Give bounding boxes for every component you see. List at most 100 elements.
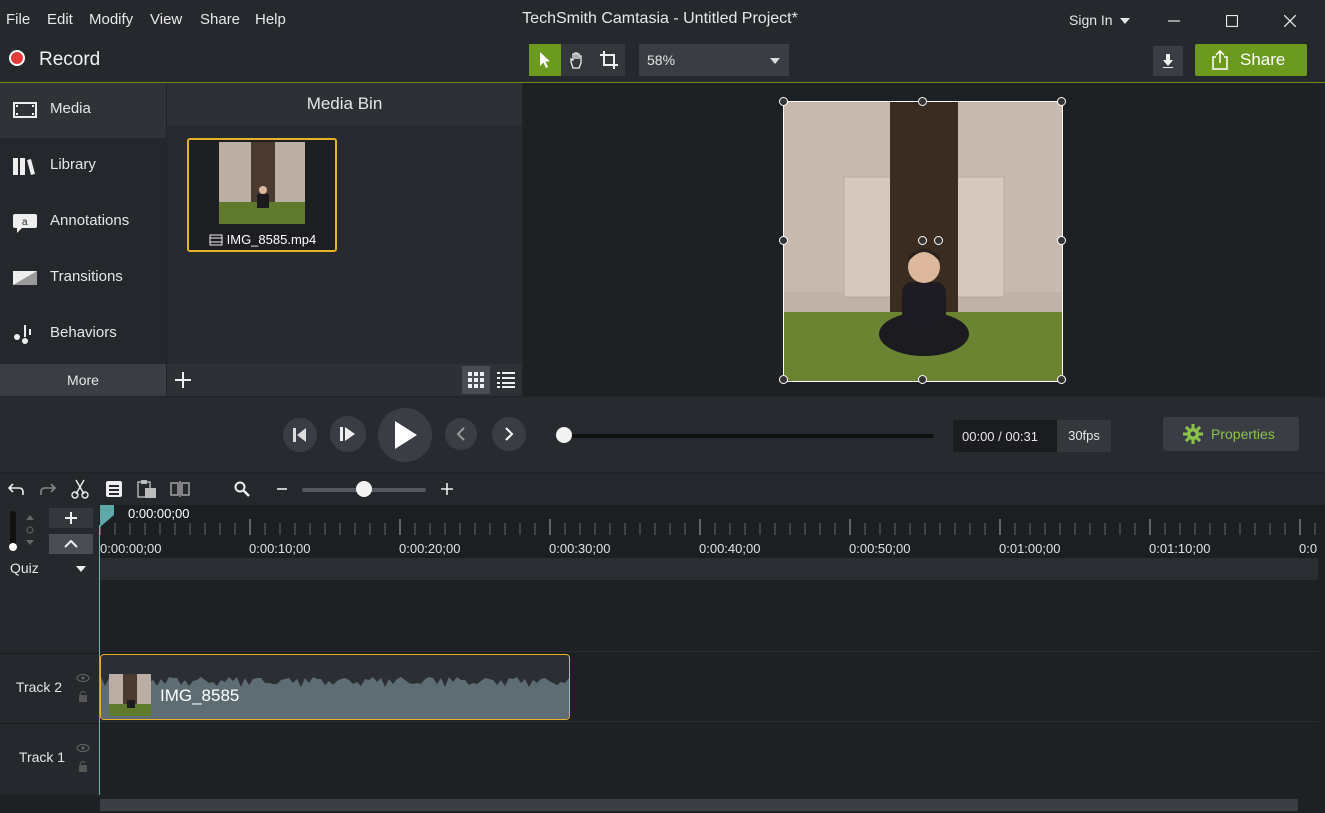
video-file-icon [209,234,223,246]
clip-name: IMG_8585 [160,686,240,705]
menu-modify[interactable]: Modify [89,11,133,28]
lock-icon[interactable] [78,760,88,772]
canvas-preview [524,83,1319,396]
properties-label: Properties [1211,426,1275,442]
menu-share[interactable]: Share [200,11,240,28]
playback-scrubber-track[interactable] [564,434,934,438]
share-button[interactable]: Share [1195,44,1307,76]
tab-library[interactable]: Library [0,139,166,194]
step-back-button[interactable] [283,418,317,452]
tab-annotations-label: Annotations [50,212,130,229]
timeline-horizontal-scrollbar[interactable] [100,799,1298,811]
track-1-lane[interactable] [100,723,1318,793]
plus-icon [175,372,191,388]
ruler-label: 0:00:20;00 [399,541,461,556]
record-label: Record [39,49,101,70]
split-button[interactable] [167,477,193,501]
eye-icon[interactable] [76,674,90,682]
add-track-button[interactable] [49,508,93,528]
timeline-empty-area[interactable] [100,581,1318,652]
rotate-handle[interactable] [934,236,943,245]
more-tabs-button[interactable]: More [0,364,166,396]
playhead-handle-icon [100,505,114,527]
zoom-in-button[interactable] [434,477,460,501]
record-button[interactable]: Record [0,40,110,80]
menu-view[interactable]: View [150,11,182,28]
eye-icon[interactable] [76,744,90,752]
menu-help[interactable]: Help [255,11,286,28]
resize-handle[interactable] [779,97,788,106]
resize-handle[interactable] [1057,236,1066,245]
close-icon [1284,15,1296,27]
list-view-button[interactable] [492,366,520,394]
grid-view-icon [468,372,484,388]
collapse-tracks-button[interactable] [49,534,93,554]
redo-button[interactable] [35,477,61,501]
resize-handle[interactable] [1057,375,1066,384]
pan-tool-button[interactable] [561,44,593,76]
tools-panel-tabs: Media Library a Annotations Transitions … [0,83,166,396]
grid-view-button[interactable] [462,366,490,394]
copy-button[interactable] [101,477,127,501]
previous-clip-button[interactable] [445,418,477,450]
resize-handle[interactable] [918,375,927,384]
ruler-label: 0:00:30;00 [549,541,611,556]
crop-tool-button[interactable] [593,44,625,76]
add-media-button[interactable] [171,368,195,392]
menu-file[interactable]: File [6,11,30,28]
cursor-arrow-icon [540,52,550,68]
track-height-slider-handle[interactable] [9,543,17,551]
track-height-arrows-icon [26,515,34,545]
tab-media-label: Media [50,100,91,117]
media-item-caption: IMG_8585.mp4 [209,232,316,247]
timeline-zoom-slider-handle[interactable] [356,481,372,497]
sign-in-button[interactable]: Sign In [1069,12,1131,28]
export-local-button[interactable] [1153,46,1183,76]
zoom-to-fit-button[interactable] [229,477,255,501]
playback-scrubber-handle[interactable] [556,427,572,443]
behaviors-icon [14,325,31,344]
minimize-button[interactable] [1159,8,1189,34]
playhead-marker[interactable] [100,505,114,527]
resize-handle[interactable] [918,97,927,106]
menu-edit[interactable]: Edit [47,11,73,28]
close-button[interactable] [1275,8,1305,34]
scissors-icon [71,479,89,499]
maximize-button[interactable] [1217,8,1247,34]
next-clip-button[interactable] [492,417,526,451]
resize-handle[interactable] [779,236,788,245]
current-time: 00:00 [962,429,995,444]
ruler-label: 0:01:10;00 [1149,541,1211,556]
step-forward-button[interactable] [330,416,366,452]
tab-behaviors[interactable]: Behaviors [0,307,166,362]
timeline-ruler[interactable]: 0:00:00;00 0:00:10;00 0:00:20;00 0:00:30… [100,505,1325,558]
total-time: 00:31 [1005,429,1038,444]
rotate-handle[interactable] [918,236,927,245]
cut-button[interactable] [67,477,93,501]
quiz-track [100,558,1318,580]
quiz-label: Quiz [10,560,39,576]
transition-icon [13,271,37,285]
timeline-clip[interactable]: IMG_8585 [100,654,570,720]
canvas-zoom-dropdown[interactable]: 58% [639,44,789,76]
resize-handle[interactable] [1057,97,1066,106]
paste-button[interactable] [134,477,160,501]
play-button[interactable] [378,408,432,462]
tab-annotations[interactable]: a Annotations [0,195,166,250]
select-tool-button[interactable] [529,44,561,76]
download-icon [1163,54,1173,68]
quiz-dropdown[interactable]: Quiz [0,557,99,581]
library-books-icon [13,158,35,175]
tab-transitions[interactable]: Transitions [0,251,166,306]
media-item[interactable]: IMG_8585.mp4 [187,138,337,252]
lock-icon[interactable] [78,690,88,702]
time-separator: / [998,429,1002,444]
maximize-icon [1226,15,1238,27]
resize-handle[interactable] [779,375,788,384]
zoom-out-button[interactable] [269,477,295,501]
properties-button[interactable]: Properties [1163,417,1299,451]
hand-icon [570,52,582,69]
undo-button[interactable] [3,477,29,501]
tab-media[interactable]: Media [0,83,166,138]
track-headers: Quiz Track 2 Track 1 [0,505,99,795]
